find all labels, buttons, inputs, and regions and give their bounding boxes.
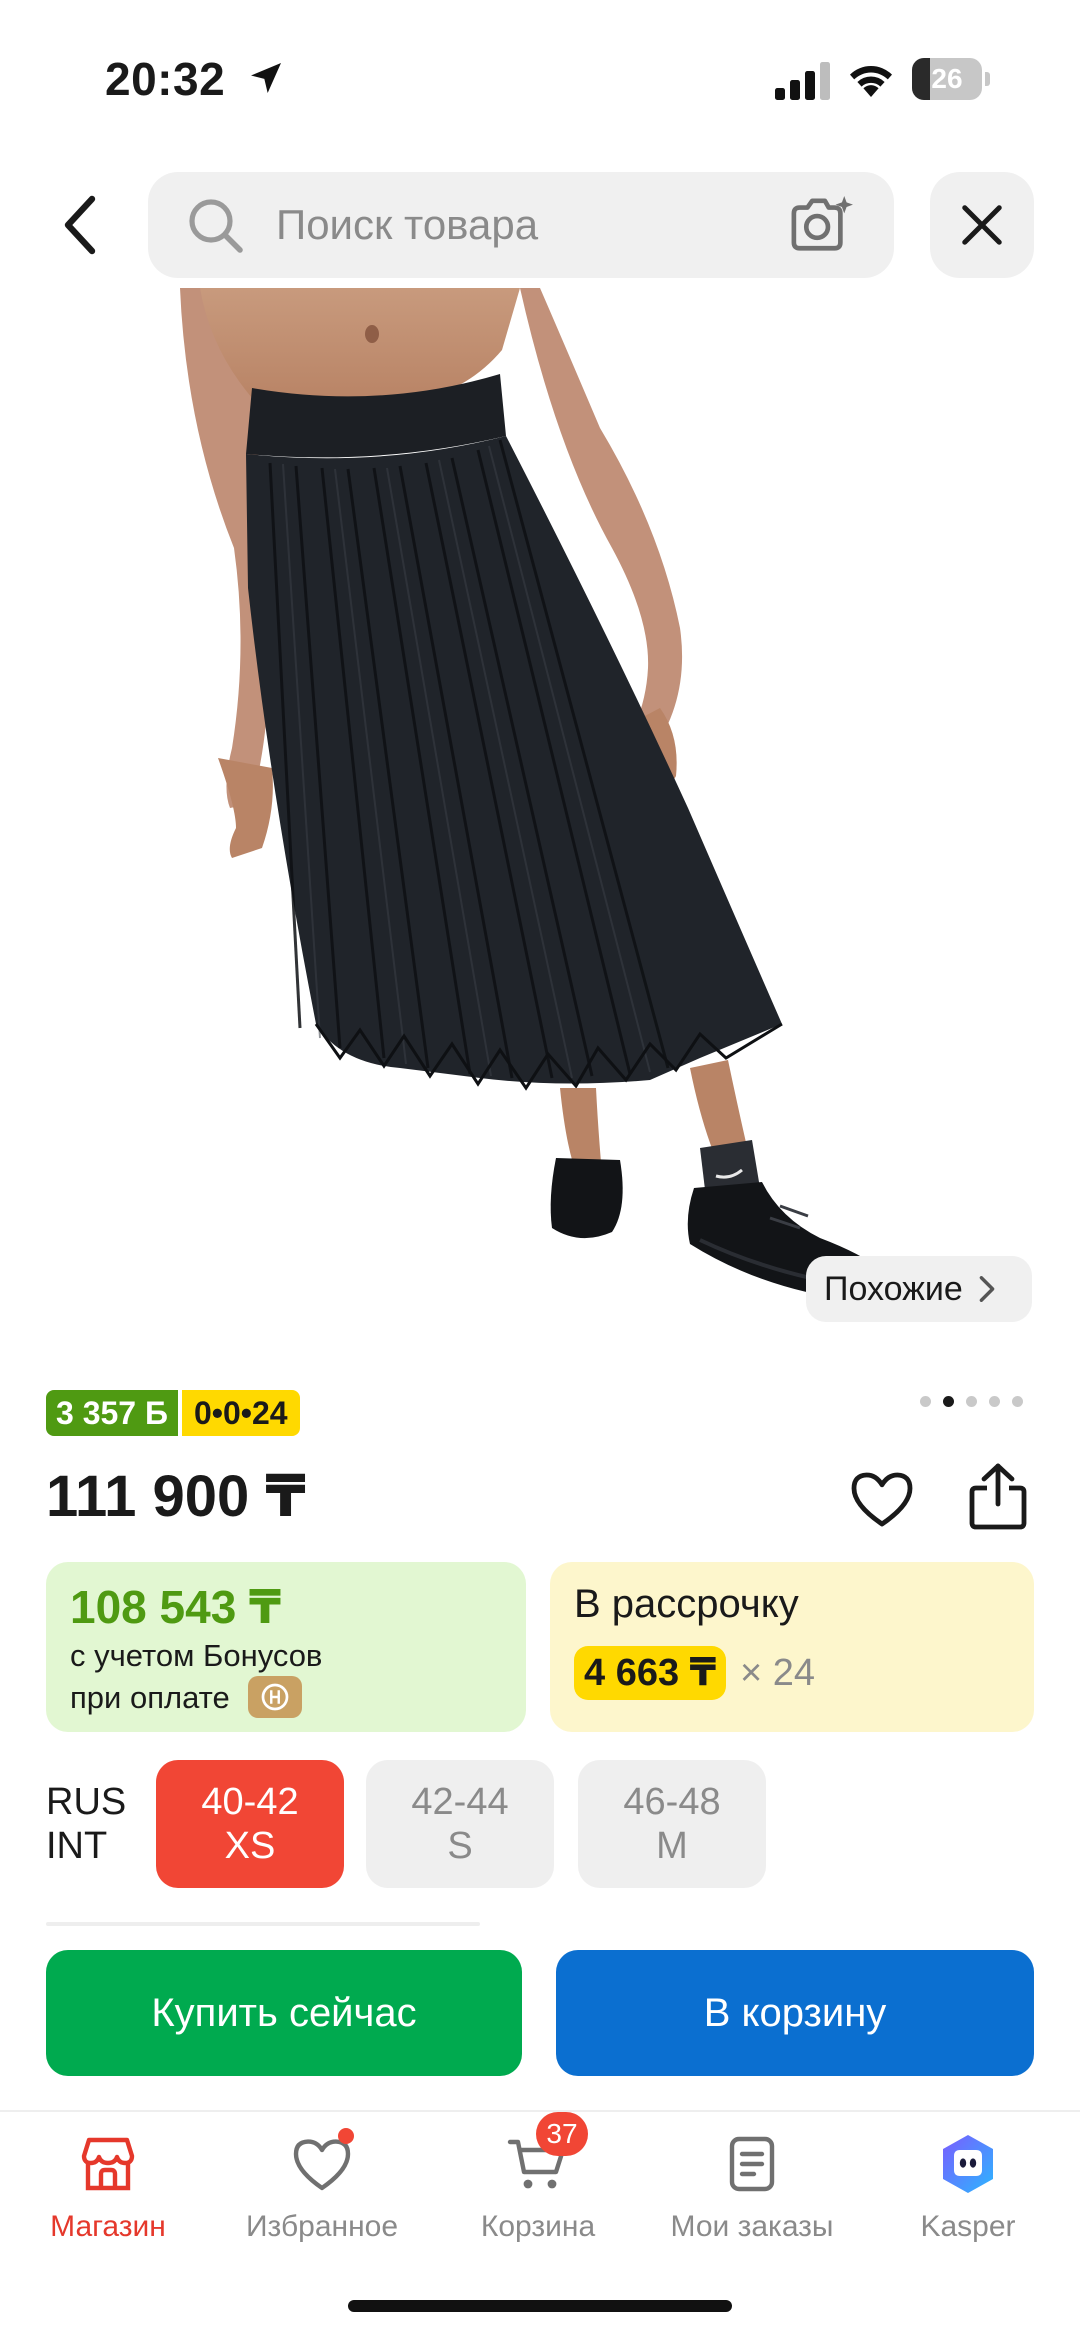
bonus-caption-line2: при оплате: [70, 1680, 230, 1715]
size-system-rus: RUS: [46, 1781, 127, 1823]
battery-percent: 26: [931, 63, 963, 94]
orders-icon: [729, 2136, 775, 2192]
gallery-pagination: [920, 1396, 1023, 1407]
favorites-notification-dot: [338, 2128, 354, 2144]
tab-kasper-label: Kasper: [920, 2210, 1016, 2243]
search-icon: [189, 199, 243, 253]
camera-search-icon[interactable]: [788, 194, 854, 256]
kasper-assistant-icon: [943, 2135, 993, 2193]
pagination-dot: [920, 1396, 931, 1407]
share-icon[interactable]: [966, 1462, 1030, 1532]
tab-cart[interactable]: 37 Корзина: [438, 2112, 638, 2272]
size-option-s[interactable]: 42-44 S: [366, 1760, 554, 1888]
installment-title: В рассрочку: [574, 1582, 799, 1626]
buy-now-button[interactable]: Купить сейчас: [46, 1950, 522, 2076]
pagination-dot: [966, 1396, 977, 1407]
size-rus-value: 42-44: [411, 1781, 509, 1823]
size-int-value: S: [447, 1825, 473, 1867]
favorite-heart-icon[interactable]: [850, 1470, 914, 1528]
location-arrow-icon: [251, 63, 281, 93]
similar-products-button[interactable]: Похожие: [806, 1256, 1032, 1322]
pagination-dot: [1012, 1396, 1023, 1407]
size-rus-value: 46-48: [623, 1781, 721, 1823]
bonus-price: 108 543 ₸: [70, 1581, 282, 1633]
wifi-icon: [850, 66, 892, 97]
product-price: 111 900 ₸: [46, 1464, 306, 1529]
chevron-right-icon: [979, 1276, 995, 1302]
tab-shop-label: Магазин: [50, 2210, 166, 2243]
chevron-left-icon: [64, 195, 96, 255]
installment-offer-card[interactable]: В рассрочку 4 663 ₸ × 24: [550, 1562, 1034, 1732]
bonus-badge: 3 357 Б: [46, 1390, 178, 1436]
home-indicator[interactable]: [348, 2300, 732, 2312]
bonus-offer-card[interactable]: 108 543 ₸ с учетом Бонусов при оплате: [46, 1562, 526, 1732]
pagination-dot: [943, 1396, 954, 1407]
back-button[interactable]: [40, 180, 120, 270]
size-int-value: XS: [224, 1825, 276, 1867]
cellular-signal-icon: [775, 62, 830, 100]
tab-favorites-label: Избранное: [245, 2210, 399, 2243]
cart-count-badge: 37: [536, 2112, 588, 2156]
size-rus-value: 40-42: [201, 1781, 299, 1823]
installment-monthly-payment: 4 663 ₸: [574, 1646, 727, 1700]
status-time: 20:32: [105, 53, 226, 105]
tab-kasper[interactable]: Kasper: [868, 2132, 1068, 2272]
pagination-dot: [989, 1396, 1000, 1407]
size-option-xs[interactable]: 40-42 XS: [156, 1760, 344, 1888]
shop-icon: [81, 2137, 135, 2191]
promo-badges: 3 357 Б 0•0•24: [46, 1390, 300, 1436]
close-icon: [962, 205, 1002, 245]
search-bar[interactable]: Поиск товара: [148, 172, 894, 278]
tab-cart-label: Корзина: [480, 2210, 596, 2243]
tab-shop[interactable]: Магазин: [8, 2132, 208, 2272]
size-int-value: M: [656, 1825, 688, 1867]
search-input[interactable]: Поиск товара: [276, 172, 538, 278]
size-system-label: RUS INT: [46, 1780, 126, 1868]
product-photo[interactable]: [0, 288, 1080, 1348]
kaspi-pay-icon: [248, 1676, 302, 1718]
close-button[interactable]: [930, 172, 1034, 278]
size-system-int: INT: [46, 1825, 108, 1867]
installment-term: × 24: [740, 1652, 816, 1694]
similar-label: Похожие: [824, 1269, 963, 1308]
add-to-cart-button[interactable]: В корзину: [556, 1950, 1034, 2076]
tab-favorites[interactable]: Избранное: [222, 2128, 422, 2272]
section-divider: [46, 1922, 480, 1926]
bonus-caption-line1: с учетом Бонусов: [70, 1638, 323, 1673]
status-bar: 20:32 26: [0, 0, 1080, 160]
tab-orders[interactable]: Мои заказы: [652, 2132, 852, 2272]
tab-orders-label: Мои заказы: [670, 2210, 834, 2243]
size-option-m[interactable]: 46-48 M: [578, 1760, 766, 1888]
installment-badge: 0•0•24: [181, 1390, 300, 1436]
battery-indicator: 26: [912, 58, 990, 100]
